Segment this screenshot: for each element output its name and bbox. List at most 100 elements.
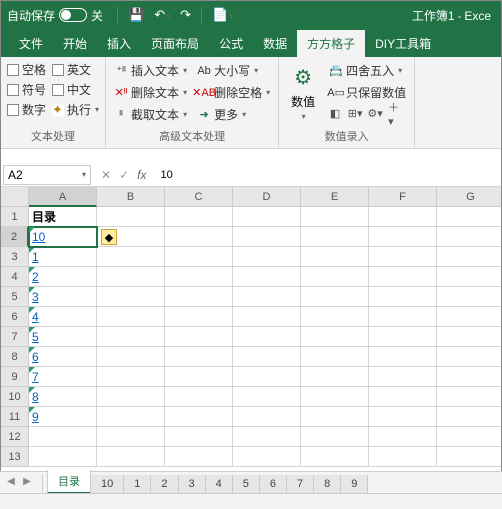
cell-F1[interactable]: [369, 207, 437, 227]
cell-C4[interactable]: [165, 267, 233, 287]
btn-number[interactable]: ⚙ 数值▾: [285, 61, 321, 126]
cell-G6[interactable]: [437, 307, 501, 327]
col-header-B[interactable]: B: [97, 187, 165, 207]
cell-E7[interactable]: [301, 327, 369, 347]
cell-D6[interactable]: [233, 307, 301, 327]
sheet-tab-2[interactable]: 2: [150, 475, 178, 494]
sheet-tab-7[interactable]: 7: [286, 475, 314, 494]
btn-extract-text[interactable]: ᴵᴵ截取文本▾: [112, 105, 189, 124]
btn-insert-text[interactable]: ⁺ᴵᴵ插入文本▾: [112, 61, 189, 80]
cell-B5[interactable]: [97, 287, 165, 307]
cell-A4[interactable]: 2: [29, 267, 97, 287]
tab-数据[interactable]: 数据: [253, 30, 297, 57]
cell-F11[interactable]: [369, 407, 437, 427]
cell-D11[interactable]: [233, 407, 301, 427]
row-header-8[interactable]: 8: [1, 347, 29, 367]
small-icon-3[interactable]: ⚙▾: [367, 105, 383, 121]
cell-A11[interactable]: 9: [29, 407, 97, 427]
tab-DIY工具箱[interactable]: DIY工具箱: [365, 30, 441, 57]
cancel-icon[interactable]: ✕: [101, 168, 111, 182]
cell-B13[interactable]: [97, 447, 165, 467]
cell-E13[interactable]: [301, 447, 369, 467]
cell-E1[interactable]: [301, 207, 369, 227]
cell-A12[interactable]: [29, 427, 97, 447]
cell-D13[interactable]: [233, 447, 301, 467]
cell-B6[interactable]: [97, 307, 165, 327]
chk-number[interactable]: 数字: [7, 101, 46, 118]
cell-C9[interactable]: [165, 367, 233, 387]
btn-more[interactable]: ➜更多▾: [195, 105, 272, 124]
sheet-nav-prev-icon[interactable]: ◀: [4, 476, 18, 490]
cell-A10[interactable]: 8: [29, 387, 97, 407]
sheet-tab-4[interactable]: 4: [205, 475, 233, 494]
cell-F4[interactable]: [369, 267, 437, 287]
cell-E6[interactable]: [301, 307, 369, 327]
small-icon-2[interactable]: ⊞▾: [347, 105, 363, 121]
cell-A8[interactable]: 6: [29, 347, 97, 367]
row-header-2[interactable]: 2: [1, 227, 29, 247]
name-box[interactable]: A2▾: [3, 165, 91, 185]
chk-english[interactable]: 英文: [52, 61, 99, 78]
cell-G10[interactable]: [437, 387, 501, 407]
cell-G11[interactable]: [437, 407, 501, 427]
sheet-tab-10[interactable]: 10: [90, 475, 124, 494]
cell-D12[interactable]: [233, 427, 301, 447]
cell-C10[interactable]: [165, 387, 233, 407]
cell-F12[interactable]: [369, 427, 437, 447]
cell-G9[interactable]: [437, 367, 501, 387]
cell-G13[interactable]: [437, 447, 501, 467]
cell-E10[interactable]: [301, 387, 369, 407]
cell-E11[interactable]: [301, 407, 369, 427]
cell-B3[interactable]: [97, 247, 165, 267]
btn-execute[interactable]: ✦执行▾: [52, 101, 99, 118]
cell-G5[interactable]: [437, 287, 501, 307]
cell-D9[interactable]: [233, 367, 301, 387]
row-header-13[interactable]: 13: [1, 447, 29, 467]
fx-icon[interactable]: fx: [137, 168, 146, 182]
cell-A1[interactable]: 目录: [29, 207, 97, 227]
tab-开始[interactable]: 开始: [53, 30, 97, 57]
cell-E5[interactable]: [301, 287, 369, 307]
cell-D2[interactable]: [233, 227, 301, 247]
cell-C2[interactable]: [165, 227, 233, 247]
cell-D3[interactable]: [233, 247, 301, 267]
cell-G4[interactable]: [437, 267, 501, 287]
error-indicator-icon[interactable]: ◆: [101, 229, 117, 245]
cell-F2[interactable]: [369, 227, 437, 247]
row-header-3[interactable]: 3: [1, 247, 29, 267]
sheet-nav-next-icon[interactable]: ▶: [20, 476, 34, 490]
col-header-G[interactable]: G: [437, 187, 501, 207]
cell-B11[interactable]: [97, 407, 165, 427]
cell-B8[interactable]: [97, 347, 165, 367]
row-header-11[interactable]: 11: [1, 407, 29, 427]
cell-A7[interactable]: 5: [29, 327, 97, 347]
cell-G7[interactable]: [437, 327, 501, 347]
small-icon-4[interactable]: ＋▾: [387, 105, 403, 121]
small-icon-1[interactable]: ◧: [327, 105, 343, 121]
cell-F5[interactable]: [369, 287, 437, 307]
sheet-tab-6[interactable]: 6: [259, 475, 287, 494]
btn-delete-space[interactable]: ✕AB删除空格▾: [195, 83, 272, 102]
cell-D7[interactable]: [233, 327, 301, 347]
cell-G1[interactable]: [437, 207, 501, 227]
cell-A5[interactable]: 3: [29, 287, 97, 307]
cell-A13[interactable]: [29, 447, 97, 467]
cell-D8[interactable]: [233, 347, 301, 367]
cell-D10[interactable]: [233, 387, 301, 407]
cell-E9[interactable]: [301, 367, 369, 387]
toggle-switch[interactable]: [59, 8, 87, 22]
sheet-tab-5[interactable]: 5: [232, 475, 260, 494]
cell-G2[interactable]: [437, 227, 501, 247]
cell-B7[interactable]: [97, 327, 165, 347]
row-header-1[interactable]: 1: [1, 207, 29, 227]
tab-方方格子[interactable]: 方方格子: [297, 30, 365, 57]
cell-G8[interactable]: [437, 347, 501, 367]
row-header-5[interactable]: 5: [1, 287, 29, 307]
select-all-corner[interactable]: [1, 187, 29, 207]
cell-G12[interactable]: [437, 427, 501, 447]
doc-icon[interactable]: 📄▾: [212, 7, 233, 23]
row-header-6[interactable]: 6: [1, 307, 29, 327]
cell-C6[interactable]: [165, 307, 233, 327]
cell-A2[interactable]: 10: [29, 227, 97, 247]
cell-D4[interactable]: [233, 267, 301, 287]
